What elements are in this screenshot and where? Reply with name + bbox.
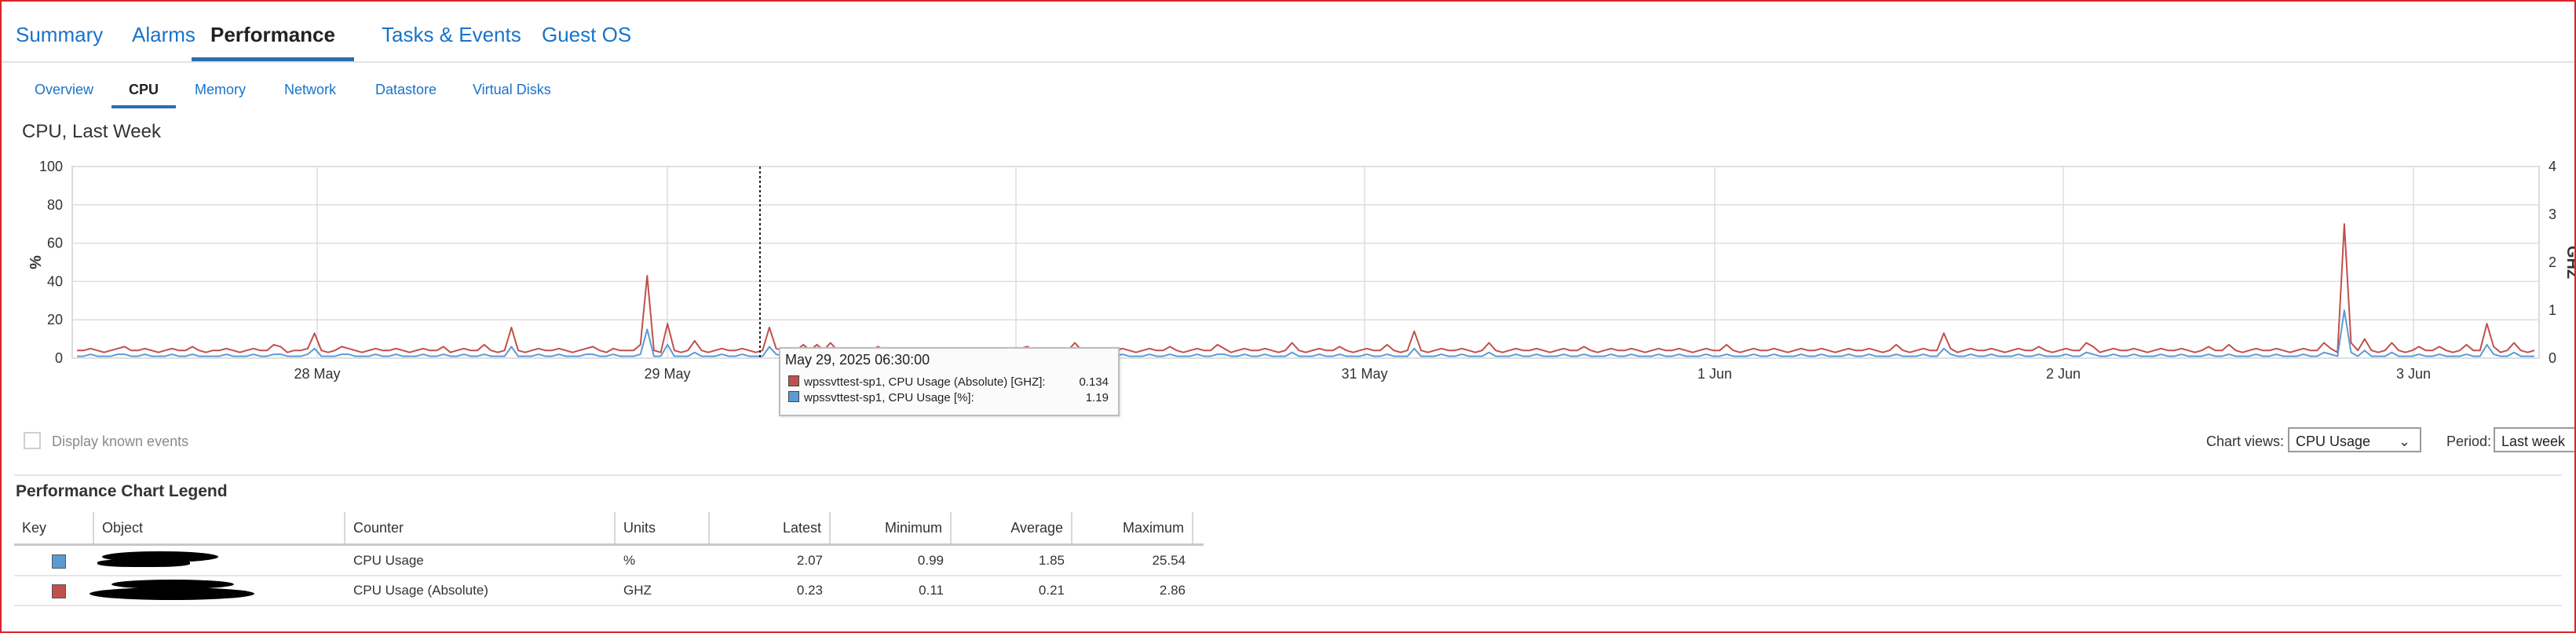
x-tick-label: 28 May (294, 366, 340, 382)
x-tick-label: 2 Jun (2046, 366, 2081, 382)
cell-units: GHZ (623, 583, 652, 598)
cell-latest: 2.07 (796, 553, 823, 568)
table-row[interactable]: CPU Usage (Absolute) GHZ 0.23 0.11 0.21 … (14, 576, 2562, 606)
cell-minimum: 0.99 (917, 553, 944, 568)
tooltip-swatch-blue (788, 391, 799, 402)
chart-views-label: Chart views: (2206, 434, 2285, 449)
subtab-network[interactable]: Network (284, 72, 336, 108)
y-tick-label-left: 100 (39, 159, 63, 174)
tooltip-row-value: 1.19 (1085, 391, 1109, 404)
known-events-checkbox[interactable] (24, 432, 41, 449)
chart-views-value: CPU Usage (2296, 434, 2371, 449)
tooltip-row-percent: wpssvttest-sp1, CPU Usage [%]: (788, 391, 974, 404)
cell-average: 1.85 (1038, 553, 1065, 568)
col-header-units[interactable]: Units (616, 512, 710, 543)
tooltip-row-value: 0.134 (1079, 375, 1109, 389)
tooltip-swatch-red (788, 375, 799, 386)
col-header-average[interactable]: Average (952, 512, 1072, 543)
tooltip-row-label: wpssvttest-sp1, CPU Usage (Absolute) [GH… (804, 375, 1046, 389)
subtab-datastore[interactable]: Datastore (375, 72, 437, 108)
y-tick-label-left: 0 (55, 350, 63, 366)
subtab-cpu[interactable]: CPU (111, 72, 177, 108)
period-select[interactable]: Last week (2494, 427, 2574, 452)
col-header-latest[interactable]: Latest (710, 512, 831, 543)
cell-counter: CPU Usage (353, 553, 424, 568)
chart-title: CPU, Last Week (22, 121, 161, 142)
x-tick-label: 3 Jun (2396, 366, 2431, 382)
y-tick-label-right: 3 (2549, 207, 2556, 222)
subtab-overview[interactable]: Overview (35, 72, 93, 108)
legend-divider (14, 474, 2562, 476)
tab-guest-os[interactable]: Guest OS (542, 2, 631, 61)
subtab-memory[interactable]: Memory (195, 72, 246, 108)
tooltip-timestamp: May 29, 2025 06:30:00 (785, 352, 930, 368)
y-tick-label-left: 80 (47, 197, 63, 213)
tooltip-row-label: wpssvttest-sp1, CPU Usage [%]: (804, 391, 974, 404)
x-tick-label: 1 Jun (1697, 366, 1732, 382)
tab-performance[interactable]: Performance (192, 2, 354, 61)
redacted-object (97, 559, 190, 567)
cell-average: 0.21 (1038, 583, 1065, 598)
cell-minimum: 0.11 (919, 583, 944, 598)
y-tick-label-right: 1 (2549, 302, 2556, 318)
y-axis-label-right: GHZ (2563, 246, 2574, 279)
table-row[interactable]: CPU Usage % 2.07 0.99 1.85 25.54 (14, 547, 2562, 576)
tooltip-row-ghz: wpssvttest-sp1, CPU Usage (Absolute) [GH… (788, 375, 1046, 389)
legend-title: Performance Chart Legend (16, 482, 228, 500)
col-header-maximum[interactable]: Maximum (1072, 512, 1193, 543)
y-tick-label-right: 0 (2549, 350, 2556, 366)
plot-area (71, 166, 2540, 359)
cell-latest: 0.23 (796, 583, 823, 598)
y-tick-label-left: 20 (47, 312, 63, 327)
col-header-key[interactable]: Key (14, 512, 94, 543)
period-value: Last week (2501, 434, 2566, 449)
x-tick-label: 29 May (644, 366, 690, 382)
cell-maximum: 25.54 (1152, 553, 1186, 568)
subtab-virtual-disks[interactable]: Virtual Disks (473, 72, 551, 108)
chart-views-select[interactable]: CPU Usage ⌄ (2288, 427, 2421, 452)
redacted-object (90, 587, 254, 600)
chevron-down-icon: ⌄ (2398, 434, 2410, 449)
window-frame: Summary Alarms Performance Tasks & Event… (0, 0, 2576, 633)
header-divider (14, 543, 1204, 546)
col-header-counter[interactable]: Counter (345, 512, 616, 543)
key-swatch-blue (52, 554, 66, 569)
period-label: Period: (2446, 434, 2492, 449)
y-axis-label-left: % (27, 255, 45, 269)
col-header-minimum[interactable]: Minimum (831, 512, 952, 543)
cell-maximum: 2.86 (1159, 583, 1186, 598)
display-known-events[interactable]: Display known events (24, 432, 188, 450)
tab-summary[interactable]: Summary (16, 2, 103, 61)
y-tick-label-right: 2 (2549, 254, 2556, 270)
x-tick-label: 31 May (1341, 366, 1387, 382)
tab-tasks-events[interactable]: Tasks & Events (382, 2, 521, 61)
cell-counter: CPU Usage (Absolute) (353, 583, 488, 598)
tab-alarms[interactable]: Alarms (132, 2, 195, 61)
cpu-line-chart[interactable]: 0 20 40 60 80 100 0 1 2 3 4 28 May 29 May 31 May 1 Jun… (2, 151, 2574, 386)
cell-units: % (623, 553, 636, 568)
y-tick-label-left: 40 (47, 273, 63, 289)
chart-tooltip: May 29, 2025 06:30:00 wpssvttest-sp1, CP… (779, 347, 1120, 416)
y-tick-label-left: 60 (47, 236, 63, 251)
key-swatch-red (52, 584, 66, 598)
known-events-label: Display known events (52, 434, 189, 449)
y-tick-label-right: 4 (2549, 159, 2556, 174)
col-header-object[interactable]: Object (94, 512, 345, 543)
top-tabs: Summary Alarms Performance Tasks & Event… (2, 2, 2574, 63)
